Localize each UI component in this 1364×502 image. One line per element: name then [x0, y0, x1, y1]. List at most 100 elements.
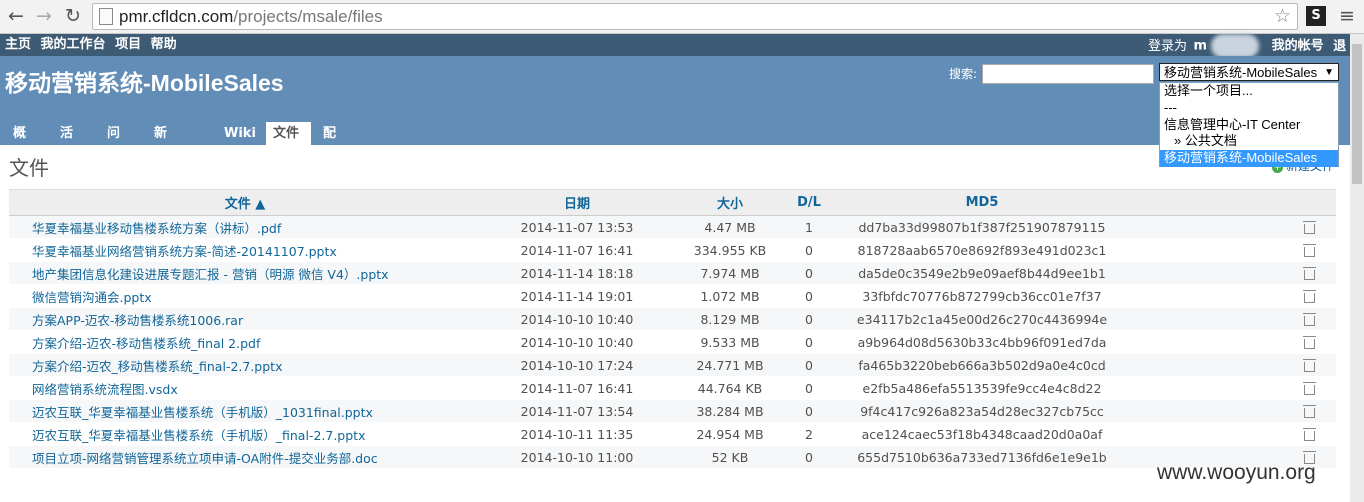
trash-icon[interactable] [1303, 381, 1316, 395]
file-link[interactable]: 方案APP-迈农-移动售楼系统1006.rar [9, 313, 243, 328]
column-header-date[interactable]: 日期 [481, 189, 673, 216]
file-md5: dd7ba33d99807b1f387f251907879115 [831, 215, 1133, 239]
file-md5: e2fb5a486efa5513539fe9cc4e4c8d22 [831, 376, 1133, 400]
dropdown-option[interactable]: » 公共文档 [1160, 133, 1338, 150]
watermark: www.wooyun.org [1157, 461, 1316, 484]
trash-icon[interactable] [1303, 427, 1316, 441]
topmenu-help[interactable]: 帮助 [151, 37, 177, 52]
tab-wiki[interactable]: Wiki [217, 122, 263, 145]
trash-icon[interactable] [1303, 358, 1316, 372]
file-link[interactable]: 华夏幸福基业移动售楼系统方案（讲标）.pdf [9, 221, 281, 236]
file-link[interactable]: 地产集团信息化建设进展专题汇报 - 营销（明源 微信 V4）.pptx [9, 267, 389, 282]
delete-cell [1133, 353, 1336, 377]
file-size: 1.072 MB [673, 284, 787, 308]
trash-icon[interactable] [1303, 220, 1316, 234]
table-row: 迈农互联_华夏幸福基业售楼系统（手机版）_final-2.7.pptx 2014-… [9, 422, 1336, 446]
delete-cell [1133, 215, 1336, 239]
back-icon[interactable]: ← [4, 4, 28, 28]
topmenu-home[interactable]: 主页 [5, 37, 31, 52]
table-row: 项目立项-网络营销管理系统立项申请-OA附件-提交业务部.doc 2014-10-… [9, 445, 1336, 469]
column-header-actions [1133, 189, 1336, 216]
file-name-cell: 方案介绍-迈农_移动售楼系统_final-2.7.pptx [9, 353, 481, 377]
delete-cell [1133, 422, 1336, 446]
column-header-filename[interactable]: 文件 ▲ [9, 189, 481, 216]
search-input[interactable] [982, 64, 1154, 84]
file-size: 44.764 KB [673, 376, 787, 400]
project-title: 移动营销系统-MobileSales [5, 70, 284, 96]
logged-in-user[interactable]: m [1194, 39, 1208, 54]
my-account-link[interactable]: 我的帐号 [1272, 39, 1324, 54]
dropdown-option[interactable]: 选择一个项目... [1160, 83, 1338, 100]
topmenu-projects[interactable]: 项目 [115, 37, 141, 52]
file-link[interactable]: 迈农互联_华夏幸福基业售楼系统（手机版）_1031final.pptx [9, 405, 373, 420]
file-downloads: 0 [787, 261, 831, 285]
delete-cell [1133, 399, 1336, 423]
column-header-downloads[interactable]: D/L [787, 189, 831, 216]
file-link[interactable]: 迈农互联_华夏幸福基业售楼系统（手机版）_final-2.7.pptx [9, 428, 365, 443]
tab-new-issue[interactable]: 新建问题 [147, 122, 174, 210]
tab-activity[interactable]: 活动 [53, 122, 80, 164]
file-name-cell: 华夏幸福基业网络营销系统方案-简述-20141107.pptx [9, 238, 481, 262]
file-link[interactable]: 方案介绍-迈农_移动售楼系统_final-2.7.pptx [9, 359, 282, 374]
dropdown-option[interactable]: 信息管理中心-IT Center [1160, 117, 1338, 134]
file-date: 2014-11-07 13:53 [481, 215, 673, 239]
tab-settings[interactable]: 配置 [316, 122, 343, 164]
file-name-cell: 项目立项-网络营销管理系统立项申请-OA附件-提交业务部.doc [9, 445, 481, 469]
file-md5: 655d7510b636a733ed7136fd6e1e9e1b [831, 445, 1133, 469]
file-link[interactable]: 方案介绍-迈农-移动售楼系统_final 2.pdf [9, 336, 260, 351]
chevron-down-icon: ▼ [1324, 67, 1334, 78]
tab-issues[interactable]: 问题 [100, 122, 127, 164]
tab-files[interactable]: 文件 [266, 122, 311, 145]
column-header-md5: MD5 [831, 189, 1133, 216]
project-dropdown-list: 选择一个项目... --- 信息管理中心-IT Center » 公共文档 移动… [1159, 82, 1339, 167]
topmenu-my-page[interactable]: 我的工作台 [41, 37, 106, 52]
logged-in-as-label: 登录为 [1148, 38, 1188, 54]
browser-menu-icon[interactable]: ≡ [1337, 4, 1357, 28]
delete-cell [1133, 376, 1336, 400]
file-name-cell: 方案介绍-迈农-移动售楼系统_final 2.pdf [9, 330, 481, 354]
dropdown-option-selected[interactable]: 移动营销系统-MobileSales [1160, 150, 1338, 167]
file-size: 7.974 MB [673, 261, 787, 285]
file-downloads: 0 [787, 399, 831, 423]
tab-overview[interactable]: 概述 [6, 122, 33, 164]
search-label: 搜索: [949, 67, 978, 81]
reload-icon[interactable]: ↻ [61, 4, 85, 28]
file-size: 9.533 MB [673, 330, 787, 354]
column-header-size[interactable]: 大小 [673, 189, 787, 216]
top-menu: 主页 我的工作台 项目 帮助 登录为 m 我的帐号 退出 [0, 34, 1350, 76]
file-md5: 818728aab6570e8692f893e491d023c1 [831, 238, 1133, 262]
bookmark-star-icon[interactable]: ☆ [1274, 4, 1291, 29]
file-downloads: 0 [787, 330, 831, 354]
file-md5: a9b964d08d5630b33c4bb96f091ed7da [831, 330, 1133, 354]
address-bar[interactable]: pmr.cfldcn.com/projects/msale/files ☆ [92, 3, 1298, 30]
file-date: 2014-11-14 18:18 [481, 261, 673, 285]
table-row: 微信营销沟通会.pptx 2014-11-14 19:01 1.072 MB 0 33f… [9, 284, 1336, 308]
file-name-cell: 网络营销系统流程图.vsdx [9, 376, 481, 400]
file-date: 2014-10-10 17:24 [481, 353, 673, 377]
trash-icon[interactable] [1303, 243, 1316, 257]
trash-icon[interactable] [1303, 335, 1316, 349]
file-downloads: 1 [787, 215, 831, 239]
extension-icon[interactable]: S [1306, 6, 1326, 26]
table-row: 方案介绍-迈农-移动售楼系统_final 2.pdf 2014-10-10 10:… [9, 330, 1336, 354]
file-link[interactable]: 项目立项-网络营销管理系统立项申请-OA附件-提交业务部.doc [9, 451, 378, 466]
file-size: 38.284 MB [673, 399, 787, 423]
project-jump-select[interactable]: 移动营销系统-MobileSales ▼ [1159, 63, 1339, 81]
scrollbar-thumb[interactable] [1352, 44, 1362, 184]
trash-icon[interactable] [1303, 312, 1316, 326]
file-name-cell: 地产集团信息化建设进展专题汇报 - 营销（明源 微信 V4）.pptx [9, 261, 481, 285]
trash-icon[interactable] [1303, 289, 1316, 303]
file-size: 334.955 KB [673, 238, 787, 262]
trash-icon[interactable] [1303, 266, 1316, 280]
project-header: 移动营销系统-MobileSales 搜索: 移动营销系统-MobileSale… [0, 56, 1350, 210]
page-title: 文件 [9, 158, 49, 180]
file-link[interactable]: 网络营销系统流程图.vsdx [9, 382, 178, 397]
trash-icon[interactable] [1303, 404, 1316, 418]
table-row: 网络营销系统流程图.vsdx 2014-11-07 16:41 44.764 KB 0… [9, 376, 1336, 400]
forward-icon[interactable]: → [32, 4, 56, 28]
page-scrollbar[interactable] [1350, 34, 1364, 502]
file-md5: ace124caec53f18b4348caad20d0a0af [831, 422, 1133, 446]
file-md5: da5de0c3549e2b9e09aef8b44d9ee1b1 [831, 261, 1133, 285]
file-link[interactable]: 华夏幸福基业网络营销系统方案-简述-20141107.pptx [9, 244, 337, 259]
file-link[interactable]: 微信营销沟通会.pptx [9, 290, 152, 305]
